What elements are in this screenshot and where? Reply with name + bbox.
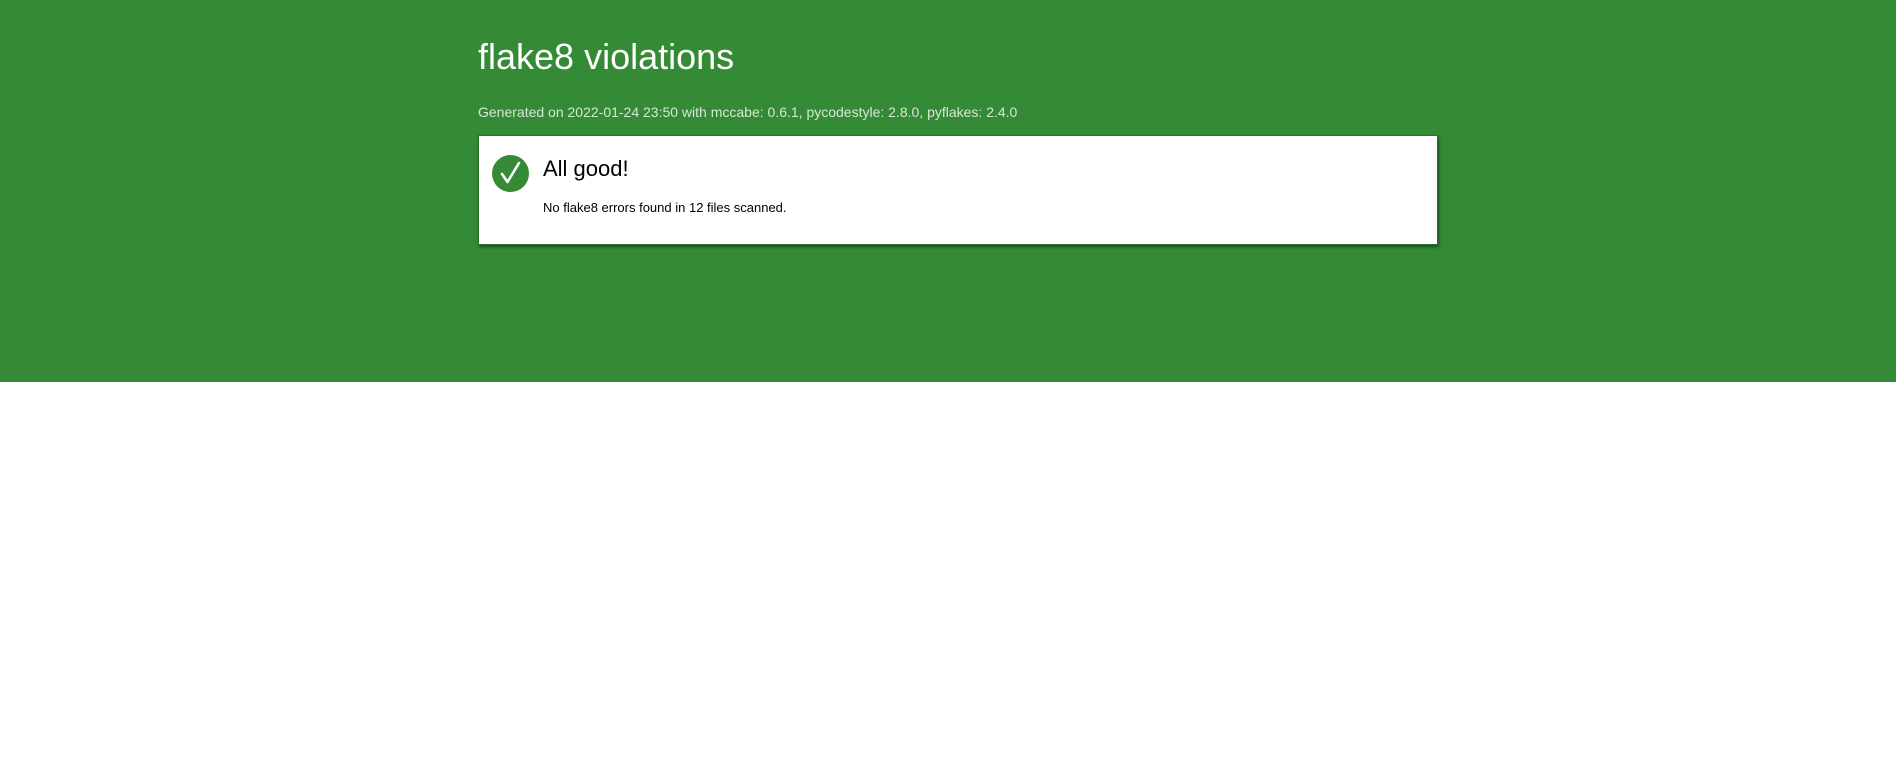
result-message: No flake8 errors found in 12 files scann…	[543, 200, 787, 215]
page-title: flake8 violations	[478, 36, 735, 77]
result-title: All good!	[543, 156, 629, 181]
result-card: All good! No flake8 errors found in 12 f…	[478, 135, 1438, 245]
generated-info: Generated on 2022-01-24 23:50 with mccab…	[478, 104, 1018, 120]
check-circle-icon	[492, 155, 529, 192]
